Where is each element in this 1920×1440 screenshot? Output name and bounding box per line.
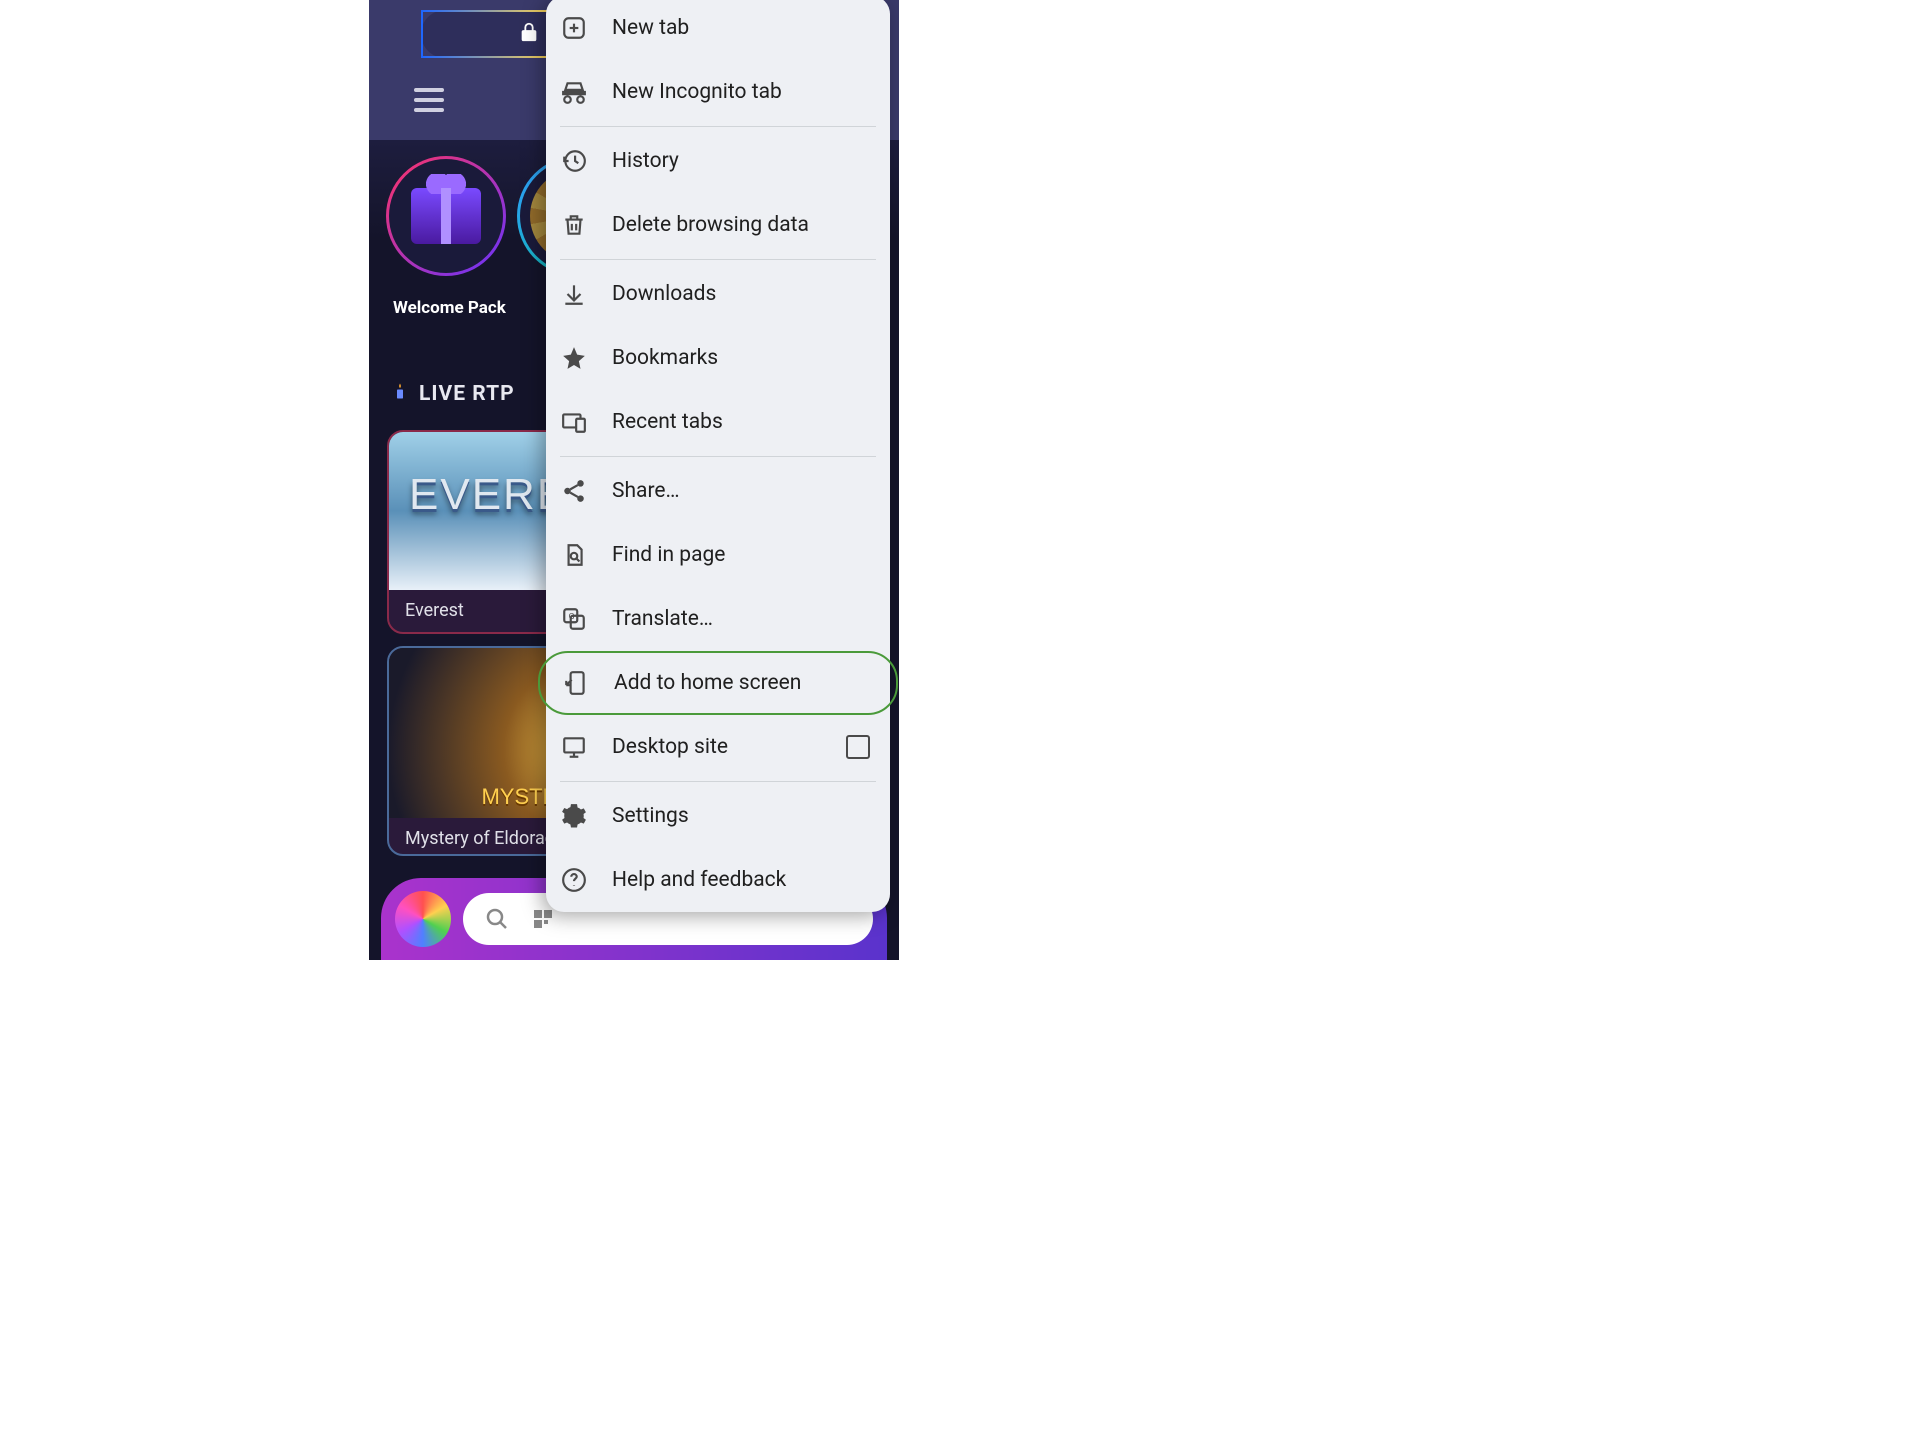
gift-icon: [411, 188, 481, 244]
help-icon: [560, 867, 588, 893]
menu-translate[interactable]: G Translate…: [546, 587, 890, 651]
svg-text:G: G: [569, 612, 575, 622]
menu-bookmarks-label: Bookmarks: [612, 346, 870, 370]
chrome-overflow-menu: New tab New Incognito tab History Delete…: [546, 0, 890, 912]
menu-settings-label: Settings: [612, 804, 870, 828]
add-to-home-icon: [562, 670, 590, 696]
lock-icon: [518, 21, 540, 48]
star-icon: [560, 345, 588, 371]
find-in-page-icon: [560, 542, 588, 568]
menu-new-incognito-label: New Incognito tab: [612, 80, 870, 104]
menu-share-label: Share…: [612, 479, 870, 503]
live-rtp-heading: LIVE RTP: [419, 382, 515, 406]
menu-translate-label: Translate…: [612, 607, 870, 631]
menu-find-label: Find in page: [612, 543, 870, 567]
search-icon: [485, 907, 509, 931]
menu-add-to-home-screen[interactable]: Add to home screen: [538, 651, 898, 715]
welcome-pack-gift[interactable]: [386, 156, 506, 276]
desktop-site-checkbox[interactable]: [846, 735, 870, 759]
menu-bookmarks[interactable]: Bookmarks: [546, 326, 890, 390]
incognito-icon: [560, 79, 588, 105]
menu-help-label: Help and feedback: [612, 868, 870, 892]
menu-history-label: History: [612, 149, 870, 173]
menu-divider: [560, 456, 876, 457]
menu-delete-data[interactable]: Delete browsing data: [546, 193, 890, 257]
menu-new-tab[interactable]: New tab: [546, 0, 890, 60]
menu-delete-data-label: Delete browsing data: [612, 213, 870, 237]
menu-share[interactable]: Share…: [546, 459, 890, 523]
phone-screen: Cas Welcome Pack LIVE RTP EVERE 21 Evere…: [369, 0, 899, 960]
download-icon: [560, 281, 588, 307]
menu-downloads[interactable]: Downloads: [546, 262, 890, 326]
share-icon: [560, 478, 588, 504]
menu-recent-tabs[interactable]: Recent tabs: [546, 390, 890, 454]
menu-divider: [560, 259, 876, 260]
menu-divider: [560, 126, 876, 127]
translate-icon: G: [560, 606, 588, 632]
menu-settings[interactable]: Settings: [546, 784, 890, 848]
candle-icon: [391, 382, 409, 406]
menu-add-home-label: Add to home screen: [614, 671, 876, 695]
plus-square-icon: [560, 15, 588, 41]
menu-new-tab-label: New tab: [612, 16, 870, 40]
menu-help[interactable]: Help and feedback: [546, 848, 890, 912]
menu-recent-tabs-label: Recent tabs: [612, 410, 870, 434]
gear-icon: [560, 803, 588, 829]
menu-find-in-page[interactable]: Find in page: [546, 523, 890, 587]
menu-history[interactable]: History: [546, 129, 890, 193]
wheel-icon[interactable]: [395, 891, 451, 947]
menu-divider: [560, 781, 876, 782]
welcome-pack-label: Welcome Pack: [393, 298, 506, 318]
hamburger-menu-button[interactable]: [414, 88, 444, 112]
menu-desktop-site[interactable]: Desktop site: [546, 715, 890, 779]
devices-icon: [560, 409, 588, 435]
everest-logo-text: EVERE: [409, 470, 568, 520]
menu-downloads-label: Downloads: [612, 282, 870, 306]
menu-desktop-label: Desktop site: [612, 735, 822, 759]
trash-icon: [560, 212, 588, 238]
menu-new-incognito[interactable]: New Incognito tab: [546, 60, 890, 124]
desktop-icon: [560, 734, 588, 760]
history-icon: [560, 148, 588, 174]
